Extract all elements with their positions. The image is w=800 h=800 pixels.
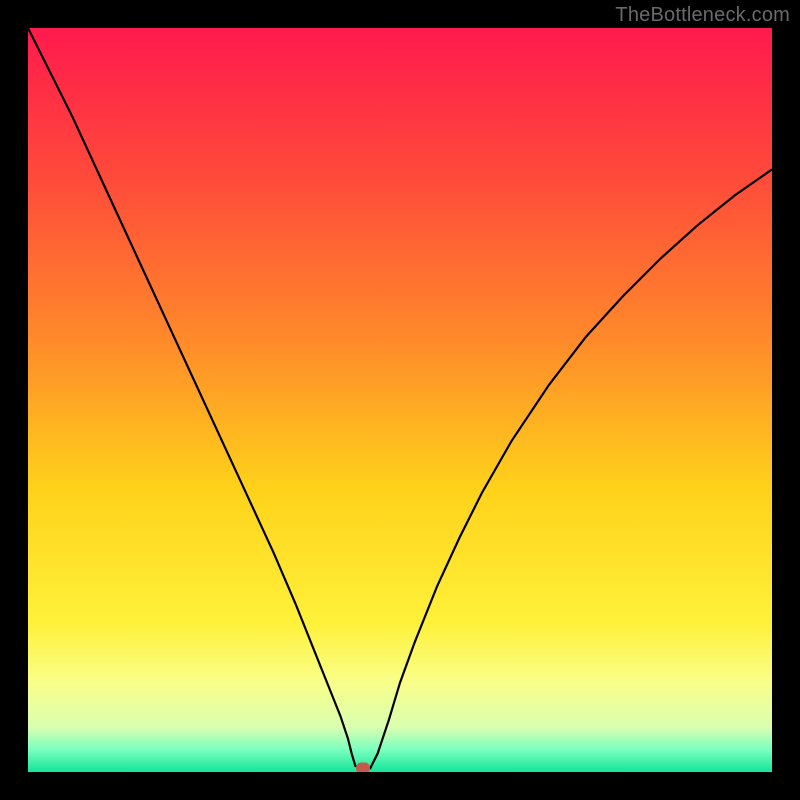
watermark-text: TheBottleneck.com	[615, 4, 790, 27]
optimum-marker	[356, 763, 370, 772]
plot-area	[28, 28, 772, 772]
bottleneck-curve	[28, 28, 772, 772]
chart-frame: TheBottleneck.com	[0, 0, 800, 800]
